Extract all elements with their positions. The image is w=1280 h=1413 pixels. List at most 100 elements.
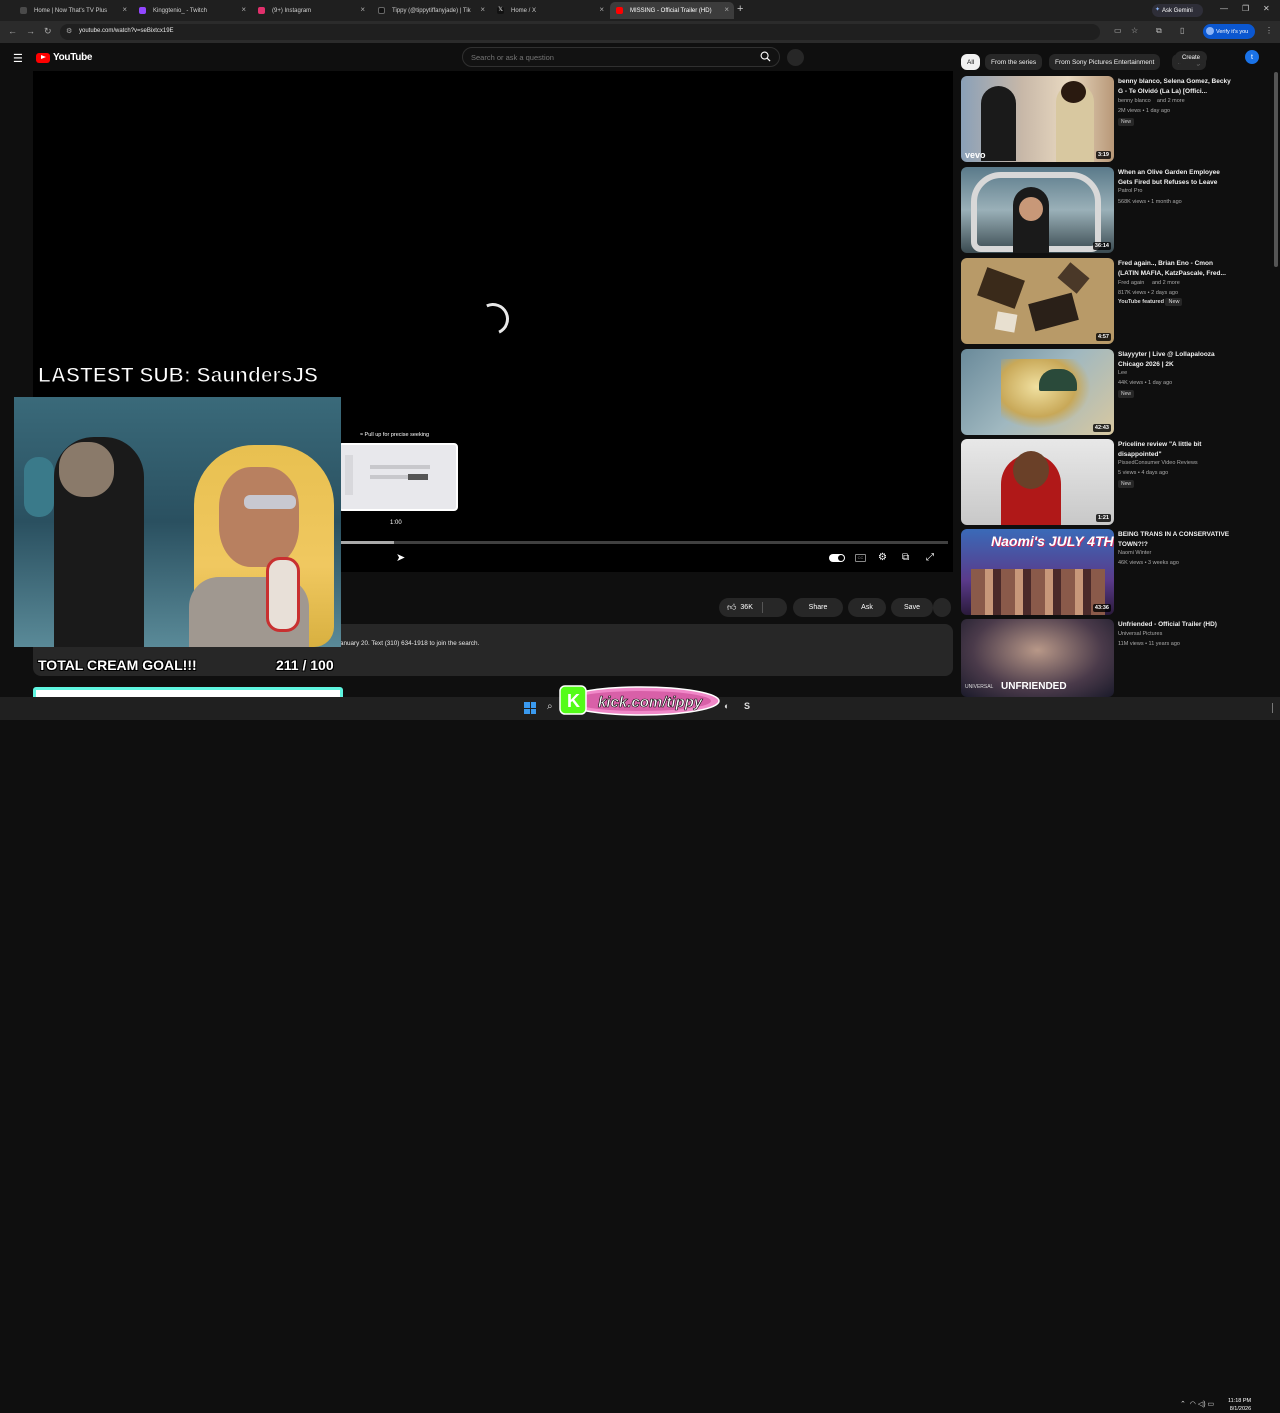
recommended-video[interactable]: Naomi's JULY 4TH 43:36 BEING TRANS IN A … bbox=[961, 529, 1261, 617]
video-channel[interactable]: Patrol Pro bbox=[1118, 188, 1142, 194]
create-button[interactable]: Create bbox=[1175, 51, 1207, 64]
video-channel[interactable]: PissedConsumer Video Reviews bbox=[1118, 460, 1198, 466]
video-thumbnail[interactable]: 4:57 bbox=[961, 258, 1114, 344]
video-title[interactable]: Slayyyter | Live @ Lollapalooza Chicago … bbox=[1118, 350, 1233, 369]
recommended-video[interactable]: 36:14 When an Olive Garden Employee Gets… bbox=[961, 167, 1261, 255]
maximize-icon[interactable]: ❐ bbox=[1242, 4, 1249, 13]
save-button[interactable]: Save bbox=[891, 598, 933, 617]
video-title[interactable]: benny blanco, Selena Gomez, Becky G - Te… bbox=[1118, 77, 1233, 96]
tab-nowthatstv[interactable]: Home | Now That's TV Plus × bbox=[14, 2, 132, 19]
back-icon[interactable]: ← bbox=[8, 26, 17, 36]
video-meta: 817K views • 2 days ago bbox=[1118, 290, 1179, 296]
like-button[interactable]: 👍︎ 36K bbox=[719, 598, 787, 617]
autoplay-toggle[interactable] bbox=[829, 554, 845, 562]
settings-gear-icon[interactable]: ⚙ bbox=[878, 552, 887, 563]
share-button[interactable]: Share bbox=[793, 598, 843, 617]
video-channel[interactable]: Fred again and 2 more bbox=[1118, 280, 1180, 286]
search-input[interactable] bbox=[471, 53, 741, 62]
video-thumbnail[interactable]: 36:14 bbox=[961, 167, 1114, 253]
video-meta: 2M views • 1 day ago bbox=[1118, 108, 1171, 114]
more-actions-button[interactable] bbox=[933, 598, 951, 617]
video-thumbnail[interactable]: UNIVERSAL UNFRIENDED bbox=[961, 619, 1114, 697]
chip-from-series[interactable]: From the series bbox=[985, 54, 1043, 70]
minimize-icon[interactable]: — bbox=[1220, 4, 1228, 13]
cast-icon[interactable]: ▭ bbox=[1114, 26, 1122, 35]
close-icon[interactable]: × bbox=[122, 5, 127, 14]
chip-all[interactable]: All bbox=[961, 54, 981, 70]
verify-profile-button[interactable]: Verify it's you bbox=[1203, 24, 1255, 39]
channel-name: Fred again bbox=[1118, 280, 1145, 286]
chip-sony[interactable]: From Sony Pictures Entertainment bbox=[1049, 54, 1161, 70]
recommended-video[interactable]: 4:57 Fred again.., Brian Eno - Cmon (LAT… bbox=[961, 258, 1261, 346]
goal-count: 211 / 100 bbox=[276, 657, 334, 673]
recommended-video[interactable]: UNIVERSAL UNFRIENDED Unfriended - Offici… bbox=[961, 619, 1261, 707]
show-desktop-button[interactable] bbox=[1272, 703, 1277, 713]
ask-button[interactable]: Ask bbox=[848, 598, 886, 617]
clock-time: 11:18 PM bbox=[1228, 1398, 1252, 1404]
close-icon[interactable]: × bbox=[480, 5, 485, 14]
video-title[interactable]: Unfriended - Official Trailer (HD) bbox=[1118, 620, 1233, 630]
bookmark-star-icon[interactable]: ☆ bbox=[1131, 26, 1138, 35]
video-channel[interactable]: Universal Pictures bbox=[1118, 631, 1162, 637]
tab-twitch[interactable]: Kinggtenio_ - Twitch × bbox=[133, 2, 251, 19]
search-box[interactable] bbox=[462, 47, 780, 67]
video-channel[interactable]: benny blanco and 2 more bbox=[1118, 98, 1185, 104]
sidebar-icon[interactable]: ▯ bbox=[1180, 26, 1184, 35]
search-taskbar-icon[interactable]: ⌕ bbox=[547, 701, 553, 712]
video-thumbnail[interactable]: 1:21 bbox=[961, 439, 1114, 525]
windows-start-icon[interactable] bbox=[524, 702, 536, 714]
tab-youtube-active[interactable]: MISSING - Official Trailer (HD) × bbox=[610, 2, 734, 19]
tab-instagram[interactable]: (9+) Instagram × bbox=[252, 2, 370, 19]
video-title[interactable]: Priceline review "A little bit disappoin… bbox=[1118, 440, 1233, 459]
recommended-video[interactable]: 1:21 Priceline review "A little bit disa… bbox=[961, 439, 1261, 527]
address-bar[interactable]: ⚙ youtube.com/watch?v=seBixtcx19E bbox=[60, 24, 1100, 40]
search-icon[interactable] bbox=[760, 51, 771, 62]
site-info-icon[interactable]: ⚙ bbox=[66, 27, 72, 35]
voice-search-button[interactable] bbox=[787, 49, 804, 66]
taskbar-clock[interactable]: 11:18 PM 8/1/2026 bbox=[1228, 1397, 1251, 1413]
close-window-icon[interactable]: ✕ bbox=[1263, 4, 1270, 13]
hamburger-menu-icon[interactable]: ☰ bbox=[13, 52, 23, 65]
video-thumbnail[interactable]: Naomi's JULY 4TH 43:36 bbox=[961, 529, 1114, 615]
tab-x[interactable]: 𝕏 Home / X × bbox=[491, 2, 609, 19]
video-title[interactable]: Fred again.., Brian Eno - Cmon (LATIN MA… bbox=[1118, 259, 1233, 278]
youtube-logo[interactable]: YouTube bbox=[36, 52, 93, 63]
new-tab-button[interactable]: + bbox=[737, 3, 743, 15]
video-meta: 44K views • 1 day ago bbox=[1118, 380, 1173, 386]
youtube-play-icon bbox=[36, 52, 50, 63]
recommended-video[interactable]: 42:43 Slayyyter | Live @ Lollapalooza Ch… bbox=[961, 349, 1261, 437]
fullscreen-icon[interactable]: ⤢ bbox=[926, 552, 934, 563]
reload-icon[interactable]: ↻ bbox=[44, 26, 52, 37]
miniplayer-icon[interactable]: ⧉ bbox=[902, 552, 909, 563]
universal-logo: UNIVERSAL bbox=[965, 684, 994, 690]
video-title[interactable]: BEING TRANS IN A CONSERVATIVE TOWN?!? bbox=[1118, 530, 1233, 549]
ask-gemini-button[interactable]: Ask Gemini bbox=[1152, 4, 1203, 17]
close-icon[interactable]: × bbox=[241, 5, 246, 14]
tab-tiktok[interactable]: Tippy (@tippytiffanyjade) | Tik × bbox=[372, 2, 490, 19]
close-icon[interactable]: × bbox=[599, 5, 604, 14]
streamlabs-taskbar-icon[interactable]: S bbox=[744, 701, 750, 711]
video-thumbnail[interactable]: 42:43 bbox=[961, 349, 1114, 435]
close-icon[interactable]: × bbox=[724, 5, 729, 14]
video-title[interactable]: When an Olive Garden Employee Gets Fired… bbox=[1118, 168, 1233, 187]
chevron-up-icon[interactable]: ⌃ bbox=[1180, 1401, 1186, 1408]
page-scrollbar[interactable] bbox=[1274, 72, 1278, 267]
description-text: anuary 20. Text (310) 634-1918 to join t… bbox=[340, 640, 480, 647]
recommended-video[interactable]: vevo 3:19 benny blanco, Selena Gomez, Be… bbox=[961, 76, 1261, 164]
menu-dots-icon[interactable]: ⋮ bbox=[1265, 26, 1273, 35]
seek-hint: ≈ Pull up for precise seeking bbox=[360, 432, 430, 438]
captions-icon[interactable]: CC bbox=[855, 554, 866, 562]
ask-gemini-label: Ask Gemini bbox=[1162, 7, 1193, 14]
x-icon: 𝕏 bbox=[497, 7, 504, 14]
account-avatar[interactable]: t bbox=[1245, 50, 1259, 64]
tab-label: Home | Now That's TV Plus bbox=[34, 7, 108, 14]
close-icon[interactable]: × bbox=[360, 5, 365, 14]
chrome-taskbar-icon[interactable]: ◐ bbox=[724, 701, 729, 711]
video-channel[interactable]: Naomi Winter bbox=[1118, 550, 1151, 556]
video-thumbnail[interactable]: vevo 3:19 bbox=[961, 76, 1114, 162]
forward-icon[interactable]: → bbox=[26, 26, 35, 36]
video-channel[interactable]: Lee bbox=[1118, 370, 1127, 376]
channel-extra: and 2 more bbox=[1156, 98, 1185, 104]
extensions-icon[interactable]: ⧉ bbox=[1156, 26, 1162, 36]
system-tray[interactable]: ⌃ ◠ ◁) ▭ bbox=[1180, 1400, 1214, 1408]
